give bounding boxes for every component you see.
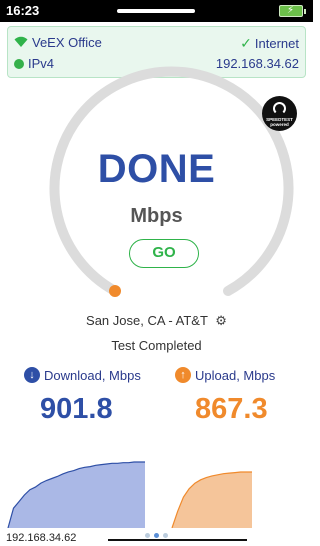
gauge-state: DONE [97, 147, 216, 191]
page-dot[interactable] [163, 533, 168, 538]
upload-label: ↑ Upload, Mbps [175, 367, 275, 383]
go-button[interactable]: GO [129, 239, 199, 268]
download-label: ↓ Download, Mbps [24, 367, 141, 383]
footer-ip: 192.168.34.62 [6, 532, 77, 544]
download-value: 901.8 [40, 393, 113, 425]
download-area [8, 462, 145, 528]
speedometer-icon [273, 102, 286, 115]
speed-charts [7, 461, 252, 528]
gauge-indicator [109, 285, 121, 297]
page-dot-active[interactable] [154, 533, 159, 538]
home-indicator [108, 539, 247, 541]
page-dots[interactable] [145, 533, 168, 538]
upload-arrow-icon: ↑ [175, 367, 191, 383]
download-label-text: Download, Mbps [44, 367, 141, 383]
speedtest-logo[interactable]: SPEEDTEST powered [262, 96, 297, 131]
upload-area [172, 472, 252, 528]
server-selector[interactable]: San Jose, CA - AT&T ⚙ [0, 313, 313, 329]
gear-icon[interactable]: ⚙ [215, 313, 227, 329]
download-arrow-icon: ↓ [24, 367, 40, 383]
server-location: San Jose, CA - AT&T [86, 313, 208, 328]
upload-label-text: Upload, Mbps [195, 367, 276, 383]
upload-value: 867.3 [195, 393, 268, 425]
page-dot[interactable] [145, 533, 150, 538]
status-text: Test Completed [111, 338, 202, 353]
footer: 192.168.34.62 [0, 528, 313, 546]
speedtest-logo-line2: powered [270, 122, 289, 127]
gauge-unit: Mbps [130, 205, 183, 227]
